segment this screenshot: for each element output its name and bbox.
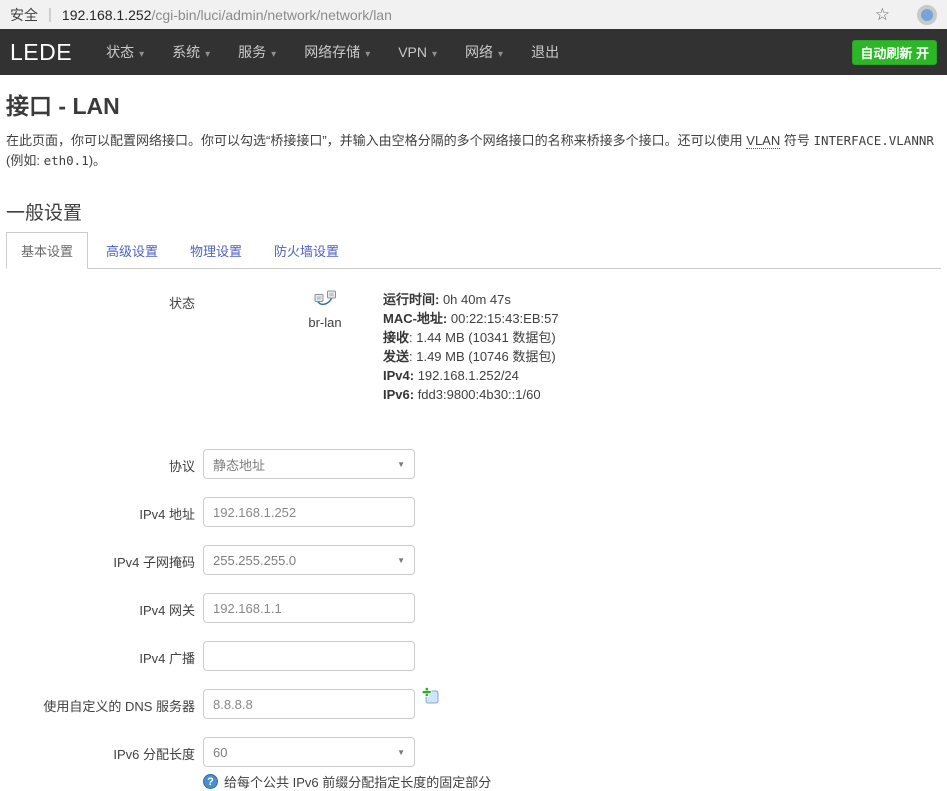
ipv4-gateway-label: IPv4 网关 bbox=[6, 593, 203, 623]
tab-firewall-settings[interactable]: 防火墙设置 bbox=[260, 233, 353, 268]
custom-dns-input[interactable] bbox=[203, 689, 415, 719]
page-title: 接口 - LAN bbox=[6, 87, 941, 121]
status-line-ipv4: IPv4: 192.168.1.252/24 bbox=[383, 366, 559, 385]
ipv4-netmask-row: IPv4 子网掩码 255.255.255.0 ▼ bbox=[6, 545, 941, 575]
tab-general-settings[interactable]: 基本设置 bbox=[6, 232, 88, 269]
nav-item-network[interactable]: 网络▾ bbox=[451, 42, 517, 62]
ipv4-address-input[interactable] bbox=[203, 497, 415, 527]
status-line-mac: MAC-地址: 00:22:15:43:EB:57 bbox=[383, 309, 559, 328]
device-block: br-lan bbox=[295, 290, 355, 404]
chevron-down-icon: ▾ bbox=[365, 49, 370, 60]
ipv4-netmask-select[interactable]: 255.255.255.0 ▼ bbox=[203, 545, 415, 575]
bridge-icon bbox=[314, 295, 337, 310]
nav-item-services[interactable]: 服务▾ bbox=[224, 42, 290, 62]
ipv6-assign-help: ? 给每个公共 IPv6 前缀分配指定长度的固定部分 bbox=[203, 772, 415, 791]
ipv4-gateway-row: IPv4 网关 bbox=[6, 593, 941, 623]
url-host: 192.168.1.252 bbox=[62, 7, 152, 23]
device-name: br-lan bbox=[295, 315, 355, 330]
brand-logo[interactable]: LEDE bbox=[10, 39, 72, 66]
ipv4-broadcast-row: IPv4 广播 bbox=[6, 641, 941, 671]
ipv4-broadcast-input[interactable] bbox=[203, 641, 415, 671]
select-arrow-icon: ▼ bbox=[397, 460, 405, 469]
status-row: 状态 br-lan 运行时间: 0h 40m bbox=[6, 290, 941, 404]
status-line-uptime: 运行时间: 0h 40m 47s bbox=[383, 290, 559, 309]
status-details: 运行时间: 0h 40m 47s MAC-地址: 00:22:15:43:EB:… bbox=[383, 290, 559, 404]
nav-item-nas[interactable]: 网络存储▾ bbox=[290, 42, 384, 62]
custom-dns-row: 使用自定义的 DNS 服务器 bbox=[6, 689, 941, 719]
ipv4-broadcast-label: IPv4 广播 bbox=[6, 641, 203, 671]
ipv4-address-row: IPv4 地址 bbox=[6, 497, 941, 527]
chevron-down-icon: ▾ bbox=[205, 49, 210, 60]
ipv4-address-label: IPv4 地址 bbox=[6, 497, 203, 527]
status-line-tx: 发送: 1.49 MB (10746 数据包) bbox=[383, 347, 559, 366]
help-icon: ? bbox=[203, 774, 218, 789]
nav-item-vpn[interactable]: VPN▾ bbox=[384, 44, 451, 60]
protocol-select[interactable]: 静态地址 ▼ bbox=[203, 449, 415, 479]
add-entry-icon[interactable] bbox=[421, 687, 439, 707]
tab-physical-settings[interactable]: 物理设置 bbox=[176, 233, 256, 268]
tab-advanced-settings[interactable]: 高级设置 bbox=[92, 233, 172, 268]
url-path: /cgi-bin/luci/admin/network/network/lan bbox=[151, 7, 391, 23]
chevron-down-icon: ▾ bbox=[139, 49, 144, 60]
select-arrow-icon: ▼ bbox=[397, 556, 405, 565]
page-description: 在此页面，你可以配置网络接口。你可以勾选“桥接接口”，并输入由空格分隔的多个网络… bbox=[6, 131, 941, 171]
ipv6-assign-label: IPv6 分配长度 bbox=[6, 737, 203, 791]
ipv4-gateway-input[interactable] bbox=[203, 593, 415, 623]
protocol-row: 协议 静态地址 ▼ bbox=[6, 449, 941, 479]
profile-avatar[interactable] bbox=[917, 5, 937, 25]
ipv6-assign-select[interactable]: 60 ▼ bbox=[203, 737, 415, 767]
browser-address-bar: 安全 | 192.168.1.252/cgi-bin/luci/admin/ne… bbox=[0, 0, 947, 29]
interface-form: 状态 br-lan 运行时间: 0h 40m bbox=[6, 269, 941, 791]
settings-tabs: 基本设置 高级设置 物理设置 防火墙设置 bbox=[6, 232, 941, 269]
nav-item-status[interactable]: 状态▾ bbox=[92, 42, 158, 62]
vlan-abbr: VLAN bbox=[746, 133, 780, 149]
navbar: LEDE 状态▾ 系统▾ 服务▾ 网络存储▾ VPN▾ 网络▾ 退出 自动刷新 … bbox=[0, 29, 947, 75]
chevron-down-icon: ▾ bbox=[271, 49, 276, 60]
custom-dns-label: 使用自定义的 DNS 服务器 bbox=[6, 689, 203, 719]
auto-refresh-toggle[interactable]: 自动刷新 开 bbox=[852, 40, 937, 65]
ipv6-assign-row: IPv6 分配长度 60 ▼ ? 给每个公共 IPv6 前缀分配指定长度的固定部… bbox=[6, 737, 941, 791]
chevron-down-icon: ▾ bbox=[498, 49, 503, 60]
url-field[interactable]: 192.168.1.252/cgi-bin/luci/admin/network… bbox=[62, 7, 392, 23]
ipv4-netmask-label: IPv4 子网掩码 bbox=[6, 545, 203, 575]
url-separator: | bbox=[48, 6, 52, 23]
select-arrow-icon: ▼ bbox=[397, 748, 405, 757]
status-label: 状态 bbox=[6, 290, 203, 404]
page-content: 接口 - LAN 在此页面，你可以配置网络接口。你可以勾选“桥接接口”，并输入由… bbox=[0, 75, 947, 791]
site-security-label[interactable]: 安全 bbox=[10, 5, 38, 25]
protocol-label: 协议 bbox=[6, 449, 203, 479]
nav-item-system[interactable]: 系统▾ bbox=[158, 42, 224, 62]
chevron-down-icon: ▾ bbox=[432, 49, 437, 60]
nav-item-logout[interactable]: 退出 bbox=[517, 42, 573, 62]
bookmark-star-icon[interactable]: ☆ bbox=[875, 6, 890, 23]
status-line-rx: 接收: 1.44 MB (10341 数据包) bbox=[383, 328, 559, 347]
section-title: 一般设置 bbox=[6, 198, 941, 225]
status-line-ipv6: IPv6: fdd3:9800:4b30::1/60 bbox=[383, 385, 559, 404]
